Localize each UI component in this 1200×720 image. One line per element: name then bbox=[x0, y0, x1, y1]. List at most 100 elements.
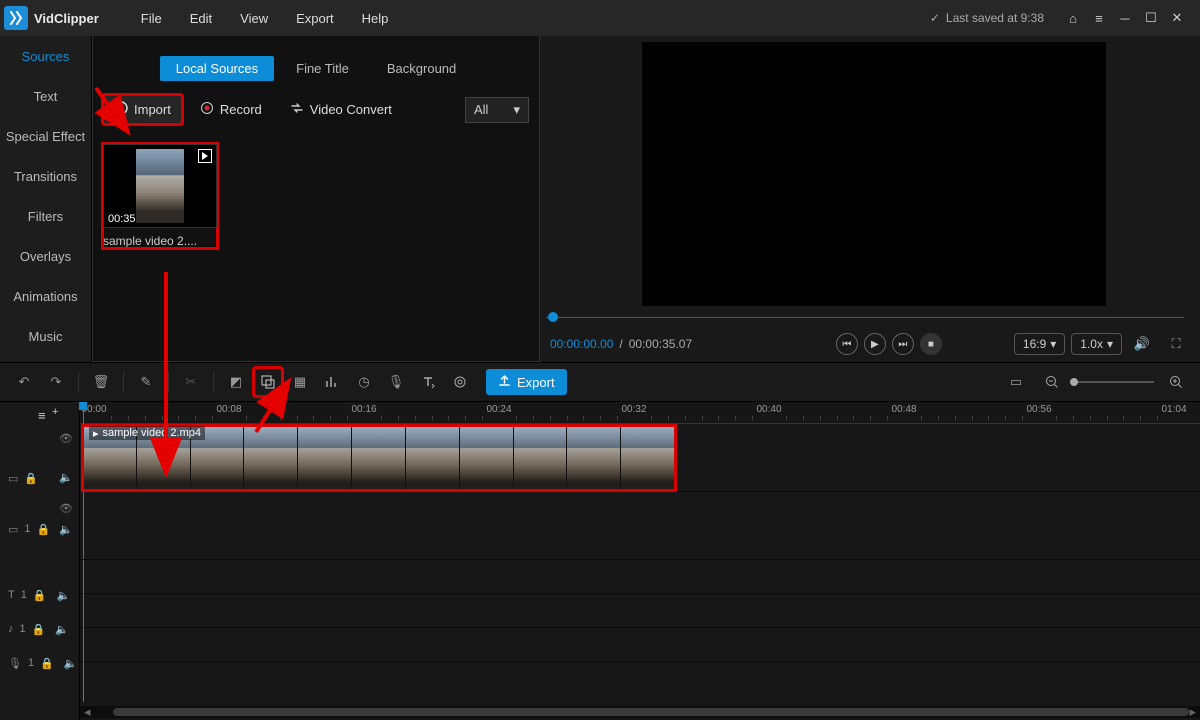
mosaic-tool[interactable]: ▦ bbox=[286, 368, 314, 396]
home-icon[interactable]: ⌂ bbox=[1060, 5, 1086, 31]
text-track-icon: T bbox=[8, 589, 15, 601]
export-button[interactable]: Export bbox=[486, 369, 567, 395]
text-track[interactable] bbox=[80, 560, 1200, 594]
video-convert-button[interactable]: Video Convert bbox=[280, 96, 402, 123]
lock-icon[interactable]: 🔒 bbox=[33, 589, 47, 602]
maximize-button[interactable]: ☐ bbox=[1138, 5, 1164, 31]
duration-tool[interactable]: ◷ bbox=[350, 368, 378, 396]
export-label: Export bbox=[517, 375, 555, 390]
filter-dropdown[interactable]: All ▾ bbox=[465, 97, 529, 123]
close-button[interactable]: ✕ bbox=[1164, 5, 1190, 31]
lock-icon[interactable]: 🔒 bbox=[32, 623, 46, 636]
fit-timeline-icon[interactable]: ▭ bbox=[1002, 368, 1030, 396]
voiceover-tool[interactable]: 🎙 bbox=[382, 368, 410, 396]
tab-music[interactable]: Music bbox=[0, 316, 91, 356]
redo-button[interactable]: ↷ bbox=[42, 368, 70, 396]
speed-selector[interactable]: 1.0x▾ bbox=[1071, 333, 1122, 355]
tab-text[interactable]: Text bbox=[0, 76, 91, 116]
mute-icon[interactable]: 🔈 bbox=[55, 623, 69, 636]
stats-tool[interactable] bbox=[318, 368, 346, 396]
clip-icon: ▸ bbox=[93, 427, 99, 440]
tab-special-effect[interactable]: Special Effect bbox=[0, 116, 91, 156]
delete-button[interactable]: 🗑 bbox=[87, 368, 115, 396]
freeze-tool[interactable] bbox=[446, 368, 474, 396]
timeline-clip[interactable]: ▸sample video 2.mp4 bbox=[83, 426, 675, 490]
mute-icon[interactable]: 🔈 bbox=[59, 471, 73, 484]
visibility-icon[interactable]: 👁 bbox=[59, 502, 73, 515]
mute-icon[interactable]: 🔈 bbox=[59, 523, 73, 536]
import-icon bbox=[114, 101, 128, 118]
app-name: VidClipper bbox=[34, 11, 99, 26]
video-preview[interactable] bbox=[642, 42, 1106, 306]
overlay-track[interactable] bbox=[80, 492, 1200, 560]
undo-button[interactable]: ↶ bbox=[10, 368, 38, 396]
seek-bar[interactable] bbox=[546, 308, 1194, 326]
convert-icon bbox=[290, 101, 304, 118]
overlay-track-icon: ▭ bbox=[8, 523, 18, 536]
menu-icon[interactable]: ≡ bbox=[1086, 5, 1112, 31]
play-button[interactable]: ▶ bbox=[864, 333, 886, 355]
tab-overlays[interactable]: Overlays bbox=[0, 236, 91, 276]
subtab-local-sources[interactable]: Local Sources bbox=[160, 56, 274, 81]
stop-button[interactable]: ■ bbox=[920, 333, 942, 355]
import-label: Import bbox=[134, 102, 171, 117]
volume-icon[interactable]: 🔊 bbox=[1128, 330, 1156, 358]
subtab-background[interactable]: Background bbox=[371, 56, 472, 81]
record-button[interactable]: Record bbox=[190, 96, 272, 123]
menu-view[interactable]: View bbox=[226, 7, 282, 30]
play-overlay-icon bbox=[198, 149, 212, 163]
tab-sources[interactable]: Sources bbox=[0, 36, 91, 76]
left-sidebar: Sources Text Special Effect Transitions … bbox=[0, 36, 92, 362]
aspect-ratio-selector[interactable]: 16:9▾ bbox=[1014, 333, 1065, 355]
zoom-slider[interactable] bbox=[1074, 381, 1154, 383]
record-label: Record bbox=[220, 102, 262, 117]
menu-file[interactable]: File bbox=[127, 7, 176, 30]
video-track-icon: ▭ bbox=[8, 472, 18, 485]
prev-button[interactable]: ⏮ bbox=[836, 333, 858, 355]
seek-handle[interactable] bbox=[548, 312, 558, 322]
thumb-image bbox=[136, 149, 184, 223]
subtab-fine-title[interactable]: Fine Title bbox=[280, 56, 365, 81]
tab-transitions[interactable]: Transitions bbox=[0, 156, 91, 196]
import-button[interactable]: Import bbox=[103, 95, 182, 124]
crop-tool[interactable]: ◩ bbox=[222, 368, 250, 396]
lock-icon[interactable]: 🔒 bbox=[40, 657, 54, 670]
zoom-out-button[interactable] bbox=[1038, 368, 1066, 396]
cut-tool[interactable]: ✂ bbox=[177, 368, 205, 396]
last-saved: ✓ Last saved at 9:38 bbox=[930, 11, 1044, 25]
tab-filters[interactable]: Filters bbox=[0, 196, 91, 236]
fullscreen-icon[interactable]: ⛶ bbox=[1162, 330, 1190, 358]
ruler-tick: 00:16 bbox=[351, 404, 376, 415]
mute-icon[interactable]: 🔈 bbox=[57, 589, 71, 602]
media-thumb[interactable]: 00:35 sample video 2.... bbox=[103, 144, 217, 248]
lock-icon[interactable]: 🔒 bbox=[37, 523, 51, 536]
horizontal-scrollbar[interactable]: ◂ ▸ bbox=[80, 706, 1200, 718]
timeline-ruler[interactable]: 00:0000:0800:1600:2400:3200:4000:4800:56… bbox=[80, 402, 1200, 424]
time-current: 00:00:00.00 bbox=[550, 337, 613, 351]
lock-icon[interactable]: 🔒 bbox=[24, 472, 38, 485]
video-track[interactable]: ▸sample video 2.mp4 bbox=[80, 424, 1200, 492]
minimize-button[interactable]: ─ bbox=[1112, 5, 1138, 31]
mic-track[interactable] bbox=[80, 628, 1200, 662]
filter-value: All bbox=[474, 102, 488, 117]
check-icon: ✓ bbox=[930, 11, 940, 25]
crop-zoom-tool[interactable] bbox=[254, 368, 282, 396]
text-tool[interactable] bbox=[414, 368, 442, 396]
edit-tool[interactable]: ✎ bbox=[132, 368, 160, 396]
chevron-down-icon: ▾ bbox=[513, 102, 520, 118]
menu-edit[interactable]: Edit bbox=[176, 7, 226, 30]
menu-help[interactable]: Help bbox=[348, 7, 403, 30]
mute-icon[interactable]: 🔈 bbox=[64, 657, 78, 670]
ruler-tick: 00:24 bbox=[486, 404, 511, 415]
visibility-icon[interactable]: 👁 bbox=[59, 432, 73, 445]
ruler-tick: 00:32 bbox=[621, 404, 646, 415]
audio-track[interactable] bbox=[80, 594, 1200, 628]
ruler-tick: 01:04 bbox=[1161, 404, 1186, 415]
tab-animations[interactable]: Animations bbox=[0, 276, 91, 316]
mic-track-icon: 🎙 bbox=[8, 657, 22, 670]
zoom-in-button[interactable] bbox=[1162, 368, 1190, 396]
chevron-down-icon: ▾ bbox=[1107, 337, 1113, 351]
timeline-menu-icon[interactable]: ≡+ bbox=[38, 408, 46, 423]
menu-export[interactable]: Export bbox=[282, 7, 348, 30]
next-button[interactable]: ⏭ bbox=[892, 333, 914, 355]
